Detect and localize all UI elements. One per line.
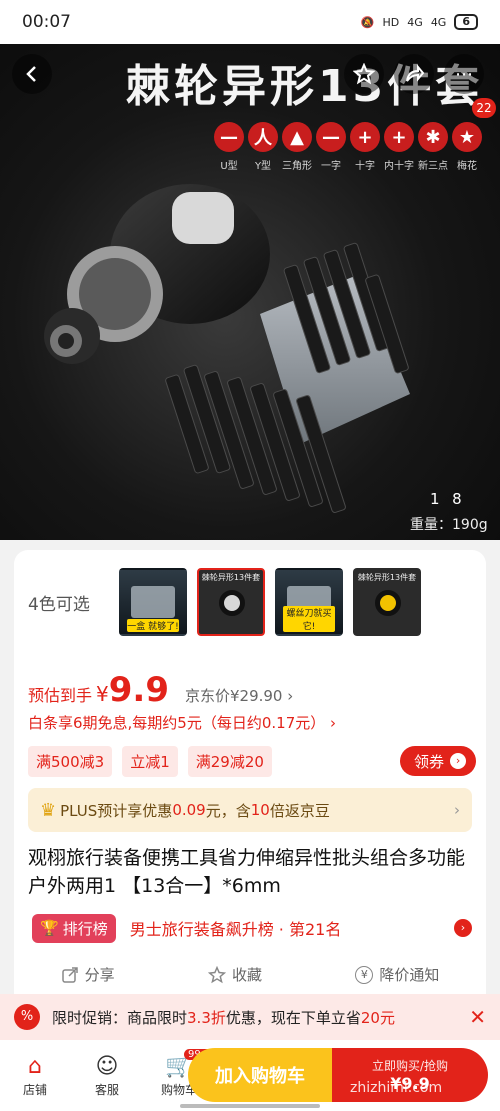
share-top-button[interactable] [394, 54, 434, 94]
coupon-tag[interactable]: 满29减20 [187, 746, 272, 777]
product-illustration [44, 184, 410, 513]
price-alert-icon: ¥ [355, 965, 374, 984]
mute-icon: 🔕 [360, 15, 375, 29]
promo-save: 20元 [360, 1008, 395, 1027]
favorite-item-button[interactable]: 收藏 [207, 964, 262, 985]
image-total: 8 [452, 490, 463, 508]
variant-thumb-box [131, 586, 175, 618]
jd-price-link[interactable]: 京东价¥29.90 › [185, 685, 293, 706]
limited-promo-bar[interactable]: % 限时促销：商品限时 3.3折 优惠，现在下单立省 20元 ✕ [0, 994, 500, 1040]
estimated-price: 9.9 [108, 670, 169, 710]
favorite-label: 收藏 [231, 966, 262, 984]
variant-thumb-caption: 一盒 就够了! [127, 619, 179, 632]
price-alert-label: 降价通知 [379, 966, 440, 984]
service-icon: ☺ [95, 1054, 119, 1079]
ranking-badge-label: 排行榜 [62, 919, 108, 938]
variant-thumb-4[interactable]: 棘轮异形13件套 [353, 568, 421, 636]
weight-label: 重量：190g [410, 517, 488, 533]
bottom-action-bar: ⌂ 店铺 ☺ 客服 🛒 购物车 99+ 加入购物车 立即购买/抢购 ¥9.9 [0, 1040, 500, 1111]
variant-thumb-title: 棘轮异形13件套 [357, 573, 417, 582]
ranking-row[interactable]: 🏆 排行榜 男士旅行装备飙升榜 · 第21名 › [32, 912, 472, 944]
buy-now-label: 立即购买/抢购 [371, 1059, 449, 1073]
watermark: zhizhimi.com [350, 1080, 443, 1096]
message-count-badge: 22 [472, 98, 496, 118]
variant-thumb-tool [375, 590, 401, 616]
variant-thumb-3[interactable]: 螺丝刀就买它! [275, 568, 343, 636]
screwdriver-shape [44, 184, 270, 364]
variant-thumb-caption: 螺丝刀就买它! [283, 606, 335, 632]
more-icon: ⋯ [455, 63, 473, 85]
crown-icon: ♛ [40, 799, 57, 821]
favorite-button[interactable] [344, 54, 384, 94]
share-icon [61, 966, 78, 983]
status-time: 00:07 [22, 12, 71, 32]
chevron-right-icon: › [450, 753, 467, 769]
coupon-tag[interactable]: 立减1 [122, 746, 178, 777]
plus-multiplier: 10 [250, 801, 270, 819]
plus-member-bar[interactable]: ♛ PLUS预计享优惠 0.09 元，含 10 倍返京豆 › [28, 788, 472, 832]
battery-icon: 6 [454, 14, 478, 30]
claim-coupon-button[interactable]: 领券 › [400, 746, 477, 776]
plus-amount: 0.09 [172, 801, 206, 819]
variant-thumb-2[interactable]: 棘轮异形13件套 [197, 568, 265, 636]
variant-thumb-tool [219, 590, 245, 616]
service-label: 客服 [94, 1083, 119, 1097]
add-to-cart-button[interactable]: 加入购物车 [188, 1048, 332, 1102]
close-icon[interactable]: ✕ [469, 1005, 486, 1029]
plus-suffix: 倍返京豆 [269, 801, 330, 820]
action-row: 分享 收藏 ¥ 降价通知 [14, 964, 486, 985]
store-tab[interactable]: ⌂ 店铺 [10, 1053, 60, 1098]
share-button[interactable]: 分享 [61, 964, 115, 985]
ranking-badge: 🏆 排行榜 [32, 913, 116, 943]
more-menu-button[interactable]: ⋯ [444, 54, 484, 94]
status-icons: 🔕 HD 4G 4G 6 [361, 14, 478, 30]
product-title: 观栩旅行装备便携工具省力伸缩异性批头组合多功能户外两用1 【13合一】*6mm [28, 847, 466, 897]
claim-coupon-label: 领券 [414, 752, 445, 771]
home-indicator[interactable] [180, 1104, 320, 1108]
product-info-card: 4色可选 一盒 就够了! 棘轮异形13件套 螺丝刀就买它! 棘轮异形13件套 预… [14, 550, 486, 1010]
store-label: 店铺 [22, 1083, 47, 1097]
back-button[interactable] [12, 54, 52, 94]
ranking-text: 男士旅行装备飙升榜 · 第21名 [129, 920, 342, 939]
status-bar: 00:07 🔕 HD 4G 4G 6 [0, 0, 500, 44]
share-label: 分享 [84, 966, 115, 984]
product-hero-image[interactable]: 棘轮异形13件套 — U型人 Y型 ▲ 三角形 — 一字 + 十字 + 内十字 ✱ 新三点 ★ 梅花 [0, 44, 500, 540]
trophy-icon: 🏆 [40, 919, 59, 937]
share-arrow-icon [406, 64, 425, 82]
estimated-price-label: 预估到手 [28, 686, 93, 705]
store-icon: ⌂ [28, 1054, 42, 1079]
promo-mid: 优惠，现在下单立省 [225, 1008, 361, 1027]
color-count-label[interactable]: 4色可选 [28, 590, 90, 615]
variant-thumbnails: 一盒 就够了! 棘轮异形13件套 螺丝刀就买它! 棘轮异形13件套 [119, 568, 421, 636]
promo-discount: 3.3折 [187, 1008, 226, 1027]
star-outline-icon [353, 63, 375, 85]
coupon-list: 满500减3 立减1 满29减20 [28, 746, 272, 777]
service-tab[interactable]: ☺ 客服 [82, 1053, 132, 1098]
installment-info[interactable]: 白条享6期免息,每期约5元（每日约0.17元） › [28, 712, 336, 733]
promo-label: 限时促销：商品限时 [52, 1008, 188, 1027]
signal-icon-1: 4G [407, 15, 423, 29]
hd-icon: HD [382, 15, 400, 29]
signal-icon-2: 4G [430, 15, 447, 29]
image-counter: 1 8 [430, 490, 463, 508]
coupon-tag[interactable]: 满500减3 [28, 746, 113, 777]
image-index: 1 [430, 490, 441, 508]
back-icon [26, 66, 36, 82]
plus-middle: 元，含 [205, 801, 251, 820]
chevron-right-icon: › [454, 919, 472, 937]
price-alert-button[interactable]: ¥ 降价通知 [355, 964, 439, 985]
variant-thumb-1[interactable]: 一盒 就够了! [119, 568, 187, 636]
chevron-right-icon: › [454, 801, 460, 819]
price-currency: ¥ [96, 682, 109, 706]
star-icon [207, 965, 226, 983]
plus-prefix: PLUS预计享优惠 [60, 801, 173, 820]
percent-icon: % [14, 1004, 40, 1030]
variant-thumb-title: 棘轮异形13件套 [201, 573, 261, 582]
price-row: 预估到手 ¥ 9.9 京东价¥29.90 › [28, 670, 293, 710]
